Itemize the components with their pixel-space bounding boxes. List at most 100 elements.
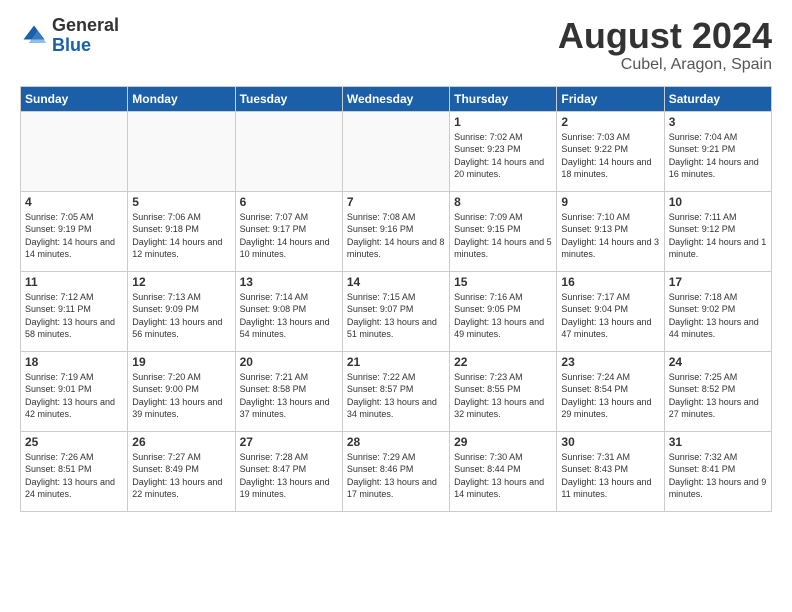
calendar-week-row: 4 Sunrise: 7:05 AM Sunset: 9:19 PM Daylig… bbox=[21, 191, 772, 271]
day-number: 13 bbox=[240, 275, 338, 289]
calendar-day-cell: 7Sunrise: 7:08 AM Sunset: 9:16 PM Daylig… bbox=[342, 191, 449, 271]
day-number: 11 bbox=[25, 275, 123, 289]
calendar-day-header: Wednesday bbox=[342, 86, 449, 111]
calendar-day-cell: 30Sunrise: 7:31 AM Sunset: 8:43 PM Dayli… bbox=[557, 431, 664, 511]
day-number: 29 bbox=[454, 435, 552, 449]
day-number: 6 bbox=[240, 195, 338, 209]
day-info: Sunrise: 7:14 AM Sunset: 9:08 PM Dayligh… bbox=[240, 291, 338, 341]
calendar-day-cell: 31 Sunrise: 7:32 AM Sunset: 8:41 PM Dayli… bbox=[664, 431, 771, 511]
page: General Blue August 2024 Cubel, Aragon, … bbox=[0, 0, 792, 612]
calendar-day-cell bbox=[235, 111, 342, 191]
day-number: 17 bbox=[669, 275, 767, 289]
calendar-day-cell: 1 Sunrise: 7:02 AM Sunset: 9:23 PM Daylig… bbox=[450, 111, 557, 191]
day-info: Sunrise: 7:15 AM Sunset: 9:07 PM Dayligh… bbox=[347, 291, 445, 341]
calendar-week-row: 18 Sunrise: 7:19 AM Sunset: 9:01 PM Dayli… bbox=[21, 351, 772, 431]
logo: General Blue bbox=[20, 16, 119, 56]
day-info: Sunrise: 7:16 AM Sunset: 9:05 PM Dayligh… bbox=[454, 291, 552, 341]
day-number: 16 bbox=[561, 275, 659, 289]
calendar-day-cell: 2 Sunrise: 7:03 AM Sunset: 9:22 PM Daylig… bbox=[557, 111, 664, 191]
day-info: Sunrise: 7:05 AM Sunset: 9:19 PM Dayligh… bbox=[25, 211, 123, 261]
day-info: Sunrise: 7:17 AM Sunset: 9:04 PM Dayligh… bbox=[561, 291, 659, 341]
calendar-day-cell: 8Sunrise: 7:09 AM Sunset: 9:15 PM Daylig… bbox=[450, 191, 557, 271]
calendar-day-cell: 14 Sunrise: 7:15 AM Sunset: 9:07 PM Dayli… bbox=[342, 271, 449, 351]
day-number: 24 bbox=[669, 355, 767, 369]
calendar-day-cell: 28 Sunrise: 7:29 AM Sunset: 8:46 PM Dayli… bbox=[342, 431, 449, 511]
logo-text: General Blue bbox=[52, 16, 119, 56]
day-number: 20 bbox=[240, 355, 338, 369]
calendar-day-cell bbox=[128, 111, 235, 191]
day-number: 9 bbox=[561, 195, 659, 209]
day-info: Sunrise: 7:08 AM Sunset: 9:16 PM Dayligh… bbox=[347, 211, 445, 261]
calendar-day-cell bbox=[21, 111, 128, 191]
day-info: Sunrise: 7:23 AM Sunset: 8:55 PM Dayligh… bbox=[454, 371, 552, 421]
calendar-day-cell: 12 Sunrise: 7:13 AM Sunset: 9:09 PM Dayli… bbox=[128, 271, 235, 351]
header: General Blue August 2024 Cubel, Aragon, … bbox=[20, 16, 772, 74]
calendar-day-cell: 24 Sunrise: 7:25 AM Sunset: 8:52 PM Dayli… bbox=[664, 351, 771, 431]
logo-icon bbox=[20, 22, 48, 50]
calendar-week-row: 1 Sunrise: 7:02 AM Sunset: 9:23 PM Daylig… bbox=[21, 111, 772, 191]
day-info: Sunrise: 7:21 AM Sunset: 8:58 PM Dayligh… bbox=[240, 371, 338, 421]
calendar-day-cell: 10Sunrise: 7:11 AM Sunset: 9:12 PM Dayli… bbox=[664, 191, 771, 271]
calendar-week-row: 11 Sunrise: 7:12 AM Sunset: 9:11 PM Dayli… bbox=[21, 271, 772, 351]
calendar-day-cell: 6 Sunrise: 7:07 AM Sunset: 9:17 PM Daylig… bbox=[235, 191, 342, 271]
day-info: Sunrise: 7:31 AM Sunset: 8:43 PM Dayligh… bbox=[561, 451, 659, 501]
day-info: Sunrise: 7:13 AM Sunset: 9:09 PM Dayligh… bbox=[132, 291, 230, 341]
calendar-day-cell bbox=[342, 111, 449, 191]
day-info: Sunrise: 7:26 AM Sunset: 8:51 PM Dayligh… bbox=[25, 451, 123, 501]
calendar-day-header: Sunday bbox=[21, 86, 128, 111]
day-number: 28 bbox=[347, 435, 445, 449]
calendar-day-cell: 4 Sunrise: 7:05 AM Sunset: 9:19 PM Daylig… bbox=[21, 191, 128, 271]
day-number: 4 bbox=[25, 195, 123, 209]
day-number: 5 bbox=[132, 195, 230, 209]
calendar-day-cell: 25 Sunrise: 7:26 AM Sunset: 8:51 PM Dayli… bbox=[21, 431, 128, 511]
day-number: 2 bbox=[561, 115, 659, 129]
calendar-day-cell: 5 Sunrise: 7:06 AM Sunset: 9:18 PM Daylig… bbox=[128, 191, 235, 271]
calendar-day-cell: 18 Sunrise: 7:19 AM Sunset: 9:01 PM Dayli… bbox=[21, 351, 128, 431]
day-info: Sunrise: 7:11 AM Sunset: 9:12 PM Dayligh… bbox=[669, 211, 767, 261]
day-number: 8 bbox=[454, 195, 552, 209]
day-number: 12 bbox=[132, 275, 230, 289]
day-number: 1 bbox=[454, 115, 552, 129]
title-block: August 2024 Cubel, Aragon, Spain bbox=[558, 16, 772, 74]
calendar-day-cell: 26Sunrise: 7:27 AM Sunset: 8:49 PM Dayli… bbox=[128, 431, 235, 511]
day-number: 25 bbox=[25, 435, 123, 449]
day-number: 26 bbox=[132, 435, 230, 449]
day-info: Sunrise: 7:29 AM Sunset: 8:46 PM Dayligh… bbox=[347, 451, 445, 501]
logo-blue-text: Blue bbox=[52, 36, 119, 56]
day-info: Sunrise: 7:07 AM Sunset: 9:17 PM Dayligh… bbox=[240, 211, 338, 261]
calendar-table: SundayMondayTuesdayWednesdayThursdayFrid… bbox=[20, 86, 772, 512]
calendar-day-cell: 27 Sunrise: 7:28 AM Sunset: 8:47 PM Dayli… bbox=[235, 431, 342, 511]
day-number: 15 bbox=[454, 275, 552, 289]
subtitle: Cubel, Aragon, Spain bbox=[558, 56, 772, 74]
day-number: 27 bbox=[240, 435, 338, 449]
calendar-day-cell: 20 Sunrise: 7:21 AM Sunset: 8:58 PM Dayli… bbox=[235, 351, 342, 431]
calendar-header-row: SundayMondayTuesdayWednesdayThursdayFrid… bbox=[21, 86, 772, 111]
day-info: Sunrise: 7:12 AM Sunset: 9:11 PM Dayligh… bbox=[25, 291, 123, 341]
calendar-day-header: Friday bbox=[557, 86, 664, 111]
calendar-day-header: Saturday bbox=[664, 86, 771, 111]
calendar-day-header: Thursday bbox=[450, 86, 557, 111]
calendar-day-cell: 3Sunrise: 7:04 AM Sunset: 9:21 PM Daylig… bbox=[664, 111, 771, 191]
day-number: 21 bbox=[347, 355, 445, 369]
day-number: 18 bbox=[25, 355, 123, 369]
day-info: Sunrise: 7:28 AM Sunset: 8:47 PM Dayligh… bbox=[240, 451, 338, 501]
day-info: Sunrise: 7:02 AM Sunset: 9:23 PM Dayligh… bbox=[454, 131, 552, 181]
day-number: 31 bbox=[669, 435, 767, 449]
day-info: Sunrise: 7:19 AM Sunset: 9:01 PM Dayligh… bbox=[25, 371, 123, 421]
calendar-day-cell: 9Sunrise: 7:10 AM Sunset: 9:13 PM Daylig… bbox=[557, 191, 664, 271]
day-info: Sunrise: 7:06 AM Sunset: 9:18 PM Dayligh… bbox=[132, 211, 230, 261]
calendar-day-cell: 11 Sunrise: 7:12 AM Sunset: 9:11 PM Dayli… bbox=[21, 271, 128, 351]
day-info: Sunrise: 7:32 AM Sunset: 8:41 PM Dayligh… bbox=[669, 451, 767, 501]
day-info: Sunrise: 7:04 AM Sunset: 9:21 PM Dayligh… bbox=[669, 131, 767, 181]
calendar-day-header: Monday bbox=[128, 86, 235, 111]
calendar-day-cell: 16 Sunrise: 7:17 AM Sunset: 9:04 PM Dayli… bbox=[557, 271, 664, 351]
day-info: Sunrise: 7:18 AM Sunset: 9:02 PM Dayligh… bbox=[669, 291, 767, 341]
day-number: 19 bbox=[132, 355, 230, 369]
day-info: Sunrise: 7:03 AM Sunset: 9:22 PM Dayligh… bbox=[561, 131, 659, 181]
day-number: 14 bbox=[347, 275, 445, 289]
calendar-day-cell: 13 Sunrise: 7:14 AM Sunset: 9:08 PM Dayli… bbox=[235, 271, 342, 351]
calendar-day-header: Tuesday bbox=[235, 86, 342, 111]
day-info: Sunrise: 7:25 AM Sunset: 8:52 PM Dayligh… bbox=[669, 371, 767, 421]
day-number: 22 bbox=[454, 355, 552, 369]
calendar-day-cell: 23Sunrise: 7:24 AM Sunset: 8:54 PM Dayli… bbox=[557, 351, 664, 431]
